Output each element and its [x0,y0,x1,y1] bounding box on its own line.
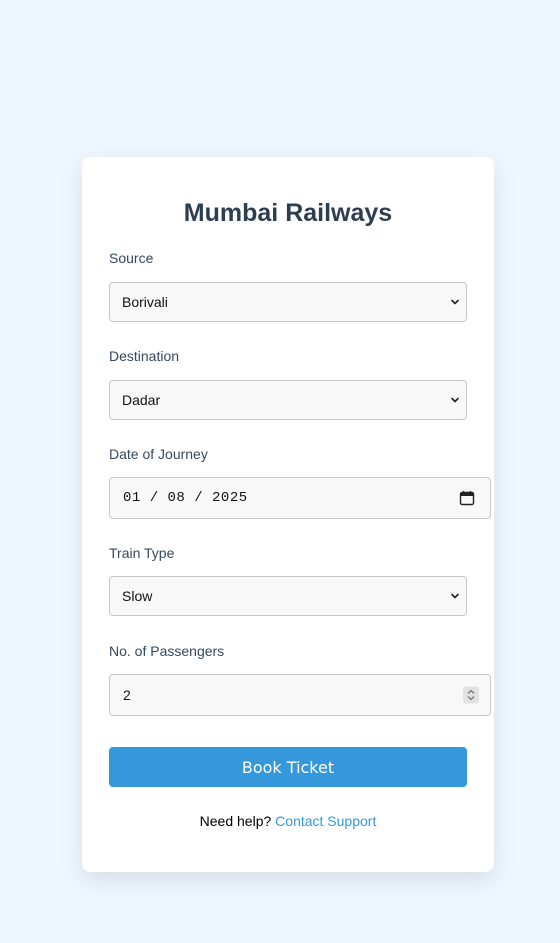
passengers-input[interactable]: 2 [109,674,491,716]
stepper-icon[interactable] [463,686,479,704]
passengers-label: No. of Passengers [109,643,225,659]
source-select-value: Borivali [122,294,168,310]
help-prefix: Need help? [199,813,272,829]
contact-support-link[interactable]: Contact Support [275,813,376,829]
train-type-select-value: Slow [122,588,153,604]
train-type-label: Train Type [109,545,175,561]
train-type-select[interactable]: Slow [109,576,467,616]
calendar-icon[interactable] [459,490,475,506]
book-ticket-button[interactable]: Book Ticket [109,747,467,787]
page-title: Mumbai Railways [183,199,393,227]
chevron-down-icon [451,593,459,599]
help-text: Need help? Contact Support [82,813,494,829]
date-input[interactable]: 01 / 08 / 2025 [109,477,491,519]
destination-select-value: Dadar [122,392,161,408]
destination-select[interactable]: Dadar [109,380,467,420]
source-label: Source [109,250,154,266]
chevron-down-icon [451,397,459,403]
passengers-input-value: 2 [123,687,131,703]
destination-label: Destination [109,348,180,364]
date-label: Date of Journey [109,446,208,462]
booking-card: Mumbai Railways Source Borivali Destinat… [82,157,494,872]
source-select[interactable]: Borivali [109,282,467,322]
date-input-value: 01 / 08 / 2025 [123,490,248,506]
chevron-down-icon [451,299,459,305]
